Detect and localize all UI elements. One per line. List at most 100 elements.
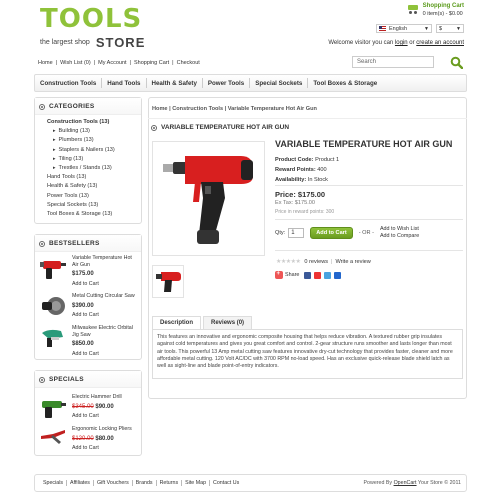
nav-health-safety[interactable]: Health & Safety <box>147 78 203 88</box>
availability: Availability: In Stock <box>275 175 339 185</box>
nav-hand-tools[interactable]: Hand Tools <box>102 78 147 88</box>
product-price: $345.00 $90.00 <box>72 404 122 411</box>
category-item[interactable]: Trestles / Stands (13) <box>47 164 141 173</box>
nav-construction-tools[interactable]: Construction Tools <box>35 78 103 88</box>
add-to-compare-link[interactable]: Add to Compare <box>380 233 419 240</box>
product-thumbnail[interactable] <box>152 265 184 298</box>
footer: Specials Affiliates Gift Vouchers Brands… <box>34 474 467 492</box>
new-price: $80.00 <box>95 435 114 442</box>
category-item[interactable]: Tiling (13) <box>47 155 141 164</box>
breadcrumb[interactable]: Home | Construction Tools | Variable Tem… <box>152 106 317 112</box>
add-to-cart-link[interactable]: Add to Cart <box>72 281 137 288</box>
product-thumbnail[interactable] <box>39 325 67 351</box>
nav-power-tools[interactable]: Power Tools <box>203 78 251 88</box>
product-name[interactable]: Electric Hammer Drill <box>72 394 122 401</box>
product-thumbnail[interactable] <box>39 255 67 281</box>
product-thumbnail[interactable] <box>39 293 67 319</box>
footer-link-brands[interactable]: Brands <box>133 480 157 486</box>
product-tabs: Description Reviews (0) <box>152 316 254 329</box>
product-name[interactable]: Milwaukee Electric Orbital Jig Saw <box>72 325 137 338</box>
share-label[interactable]: Share <box>285 272 299 278</box>
add-to-cart-link[interactable]: Add to Cart <box>72 445 132 452</box>
page-title: VARIABLE TEMPERATURE HOT AIR GUN <box>151 124 289 131</box>
toplink-cart[interactable]: Shopping Cart <box>134 60 169 66</box>
product-price: $120.00 $80.00 <box>72 436 132 443</box>
footer-link-site-map[interactable]: Site Map <box>182 480 211 486</box>
logo-store: STORE <box>95 35 146 50</box>
category-item[interactable]: Construction Tools (13) <box>47 118 141 127</box>
avail-value: In Stock <box>307 177 328 183</box>
toplink-checkout[interactable]: Checkout <box>177 60 200 66</box>
cart-summary: 0 item(s) - $0.00 <box>422 11 463 17</box>
add-to-cart-link[interactable]: Add to Cart <box>72 413 122 420</box>
tab-reviews[interactable]: Reviews (0) <box>203 316 253 329</box>
product-name[interactable]: Ergonomic Locking Pliers <box>72 426 132 433</box>
category-item[interactable]: Power Tools (13) <box>47 192 141 201</box>
email-icon[interactable] <box>314 271 322 279</box>
toplink-home[interactable]: Home <box>38 60 53 66</box>
category-item[interactable]: Building (13) <box>47 127 141 136</box>
quantity-input[interactable]: 1 <box>288 227 305 238</box>
bestseller-info: Metal Cutting Circular Saw $390.00 Add t… <box>72 293 135 319</box>
new-price: $90.00 <box>95 403 114 410</box>
store-logo[interactable]: TOOLS the largest shop STORE <box>40 6 145 50</box>
footer-links: Specials Affiliates Gift Vouchers Brands… <box>40 480 242 486</box>
powered-prefix: Powered By <box>363 480 393 486</box>
twitter-icon[interactable] <box>324 271 332 279</box>
search-button[interactable] <box>450 56 464 70</box>
write-review-link[interactable]: Write a review <box>336 259 371 265</box>
footer-link-specials[interactable]: Specials <box>40 480 68 486</box>
facebook-icon[interactable] <box>304 271 312 279</box>
category-item[interactable]: Special Sockets (13) <box>47 201 141 210</box>
add-to-cart-link[interactable]: Add to Cart <box>72 312 135 319</box>
bullet-icon <box>39 376 45 383</box>
product-thumbnail[interactable] <box>39 394 67 420</box>
header-cart[interactable]: Shopping Cart 0 item(s) - $0.00 <box>407 3 464 17</box>
product-thumbnail[interactable] <box>39 426 67 452</box>
product-name[interactable]: Metal Cutting Circular Saw <box>72 293 135 300</box>
footer-link-gift-vouchers[interactable]: Gift Vouchers <box>94 480 133 486</box>
search-input[interactable]: Search <box>352 56 434 68</box>
bestseller-info: Milwaukee Electric Orbital Jig Saw $850.… <box>72 325 137 357</box>
category-item[interactable]: Hand Tools (13) <box>47 173 141 182</box>
add-to-cart-row: Qty: 1 Add to Cart - OR - Add to Wish Li… <box>275 226 419 239</box>
language-select[interactable]: English ▼ <box>376 24 432 33</box>
opencart-link[interactable]: OpenCart <box>394 480 417 486</box>
product-code: Product Code: Product 1 <box>275 155 339 165</box>
category-item[interactable]: Health & Safety (13) <box>47 182 141 191</box>
add-to-wishlist-link[interactable]: Add to Wish List <box>380 226 419 233</box>
product-name[interactable]: Variable Temperature Hot Air Gun <box>72 255 137 268</box>
share-icon[interactable] <box>275 271 283 279</box>
powered-by: Powered By OpenCart Your Store © 2011 <box>364 480 461 486</box>
cart-title: Shopping Cart <box>422 3 464 9</box>
login-link[interactable]: login <box>395 40 408 46</box>
create-account-link[interactable]: create an account <box>416 40 464 46</box>
category-item[interactable]: Plumbers (13) <box>47 136 141 145</box>
divider <box>148 118 467 119</box>
toplink-account[interactable]: My Account <box>98 60 126 66</box>
tab-description[interactable]: Description <box>152 316 202 329</box>
cart-text: Shopping Cart 0 item(s) - $0.00 <box>423 3 464 17</box>
currency-select[interactable]: $ ▼ <box>436 24 464 33</box>
bestseller-info: Variable Temperature Hot Air Gun $175.00… <box>72 255 137 287</box>
qty-value: 1 <box>291 229 295 236</box>
footer-link-contact[interactable]: Contact Us <box>210 480 242 486</box>
flag-icon <box>379 26 386 31</box>
nav-tool-boxes[interactable]: Tool Boxes & Storage <box>308 78 382 88</box>
footer-link-affiliates[interactable]: Affiliates <box>67 480 94 486</box>
footer-link-returns[interactable]: Returns <box>157 480 183 486</box>
category-item[interactable]: Staplers & Nailers (13) <box>47 146 141 155</box>
product-main-image[interactable] <box>152 141 265 256</box>
avail-label: Availability: <box>275 177 307 183</box>
chevron-down-icon: ▼ <box>456 25 461 32</box>
bestsellers-title: BESTSELLERS <box>49 240 100 247</box>
reviews-count-link[interactable]: 0 reviews <box>304 259 328 265</box>
add-to-cart-link[interactable]: Add to Cart <box>72 351 137 358</box>
category-item[interactable]: Tool Boxes & Storage (13) <box>47 210 141 219</box>
bullet-icon <box>151 124 157 131</box>
nav-special-sockets[interactable]: Special Sockets <box>250 78 309 88</box>
more-share-icon[interactable] <box>334 271 342 279</box>
old-price: $345.00 <box>72 403 94 410</box>
toplink-wishlist[interactable]: Wish List (0) <box>60 60 91 66</box>
add-to-cart-button[interactable]: Add to Cart <box>310 226 353 239</box>
